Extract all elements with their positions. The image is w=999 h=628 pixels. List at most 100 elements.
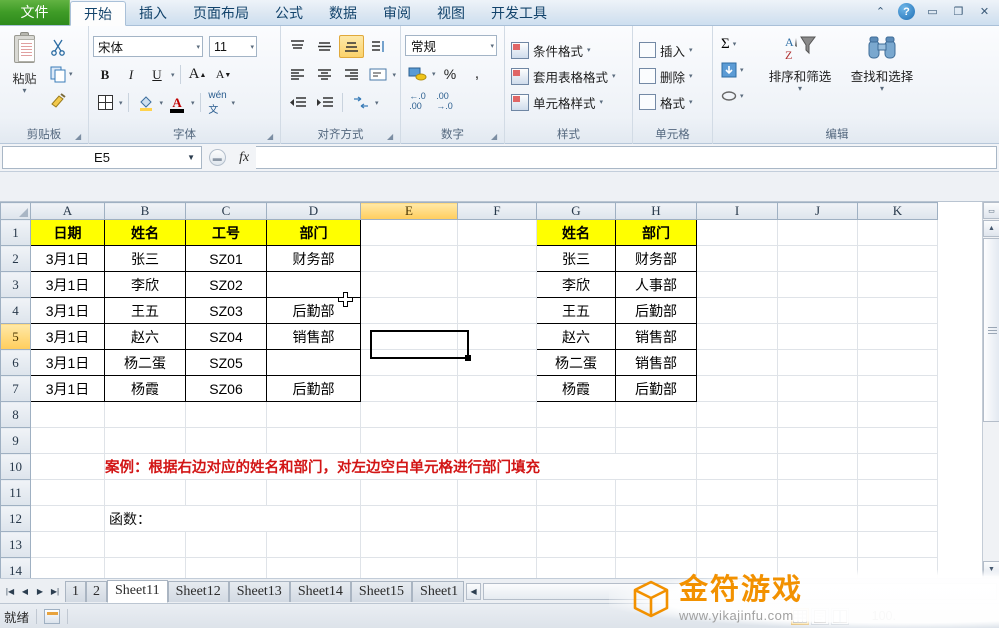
- sheet-tab-1[interactable]: 1: [65, 580, 86, 602]
- cell-E9[interactable]: [360, 427, 458, 454]
- cell-F2[interactable]: [457, 245, 537, 272]
- cell-H14[interactable]: [615, 557, 697, 578]
- decrease-indent-button[interactable]: [285, 91, 310, 114]
- next-sheet-button[interactable]: ▶: [33, 583, 47, 599]
- cut-button[interactable]: [45, 33, 84, 60]
- cell-F14[interactable]: [457, 557, 537, 578]
- number-dialog-launcher[interactable]: ◢: [491, 132, 500, 141]
- cell-E2[interactable]: [360, 245, 458, 272]
- delete-cells-button[interactable]: 删除 ▾: [637, 63, 708, 89]
- cell-C3[interactable]: SZ02: [185, 271, 267, 298]
- formula-input[interactable]: [256, 146, 997, 169]
- cell-I7[interactable]: [696, 375, 778, 402]
- cell-I14[interactable]: [696, 557, 778, 578]
- cell-H12[interactable]: [615, 505, 697, 532]
- chevron-down-icon[interactable]: ▾: [232, 99, 236, 107]
- chevron-down-icon[interactable]: ▾: [250, 43, 254, 51]
- scroll-down-arrow[interactable]: ▼: [983, 561, 999, 578]
- collapse-ribbon-icon[interactable]: ⌃: [872, 3, 889, 20]
- cell-C2[interactable]: SZ01: [185, 245, 267, 272]
- cell-E14[interactable]: [360, 557, 458, 578]
- cell-J13[interactable]: [777, 531, 858, 558]
- first-sheet-button[interactable]: |◀: [3, 583, 17, 599]
- cell-I1[interactable]: [696, 219, 778, 246]
- cell-H8[interactable]: [615, 401, 697, 428]
- cell-H1[interactable]: 部门: [615, 219, 697, 246]
- tab-review[interactable]: 审阅: [370, 1, 424, 25]
- row-header-12[interactable]: 12: [0, 505, 31, 532]
- tab-page-layout[interactable]: 页面布局: [180, 1, 262, 25]
- cell-G11[interactable]: [536, 479, 616, 506]
- cell-F6[interactable]: [457, 349, 537, 376]
- align-left-button[interactable]: [285, 63, 310, 86]
- fill-button[interactable]: ▾: [717, 57, 759, 83]
- chevron-down-icon[interactable]: ▾: [69, 70, 73, 78]
- format-as-table-button[interactable]: 套用表格格式 ▾: [509, 63, 628, 89]
- orientation-button[interactable]: [366, 35, 391, 58]
- cell-E8[interactable]: [360, 401, 458, 428]
- cell-F3[interactable]: [457, 271, 537, 298]
- column-header-K[interactable]: K: [857, 202, 938, 220]
- chevron-down-icon[interactable]: ▾: [196, 43, 200, 51]
- row-header-5[interactable]: 5: [0, 323, 31, 350]
- row-header-13[interactable]: 13: [0, 531, 31, 558]
- cell-D1[interactable]: 部门: [266, 219, 361, 246]
- cell-C1[interactable]: 工号: [185, 219, 267, 246]
- cell-H7[interactable]: 后勤部: [615, 375, 697, 402]
- cell-D4[interactable]: 后勤部: [266, 297, 361, 324]
- column-header-E[interactable]: E: [360, 202, 458, 220]
- cell-K13[interactable]: [857, 531, 938, 558]
- name-box[interactable]: E5 ▼: [2, 146, 202, 169]
- cell-G2[interactable]: 张三: [536, 245, 616, 272]
- row-header-3[interactable]: 3: [0, 271, 31, 298]
- row-header-7[interactable]: 7: [0, 375, 31, 402]
- column-header-B[interactable]: B: [104, 202, 186, 220]
- cell-K2[interactable]: [857, 245, 938, 272]
- cell-H2[interactable]: 财务部: [615, 245, 697, 272]
- cell-A3[interactable]: 3月1日: [30, 271, 105, 298]
- cell-C5[interactable]: SZ04: [185, 323, 267, 350]
- row-header-10[interactable]: 10: [0, 453, 31, 480]
- cell-A5[interactable]: 3月1日: [30, 323, 105, 350]
- chevron-down-icon[interactable]: ▾: [119, 99, 123, 107]
- cell-E4[interactable]: [360, 297, 458, 324]
- font-size-input[interactable]: 11 ▾: [209, 36, 257, 57]
- cell-D3[interactable]: [266, 271, 361, 298]
- cell-C14[interactable]: [185, 557, 267, 578]
- cell-J1[interactable]: [777, 219, 858, 246]
- chevron-down-icon[interactable]: ▾: [171, 71, 175, 79]
- sheet-tab-sheet12[interactable]: Sheet12: [167, 580, 229, 602]
- cell-I2[interactable]: [696, 245, 778, 272]
- cell-G5[interactable]: 赵六: [536, 323, 616, 350]
- cell-A8[interactable]: [30, 401, 105, 428]
- cell-F13[interactable]: [457, 531, 537, 558]
- cell-C7[interactable]: SZ06: [185, 375, 267, 402]
- chevron-down-icon[interactable]: ▾: [689, 72, 693, 80]
- cell-F9[interactable]: [457, 427, 537, 454]
- cell-K7[interactable]: [857, 375, 938, 402]
- cell-K1[interactable]: [857, 219, 938, 246]
- borders-button[interactable]: [93, 91, 117, 114]
- chevron-down-icon[interactable]: ▾: [490, 42, 494, 50]
- cell-J2[interactable]: [777, 245, 858, 272]
- cell-K4[interactable]: [857, 297, 938, 324]
- chevron-down-icon[interactable]: ▾: [689, 98, 693, 106]
- font-name-input[interactable]: 宋体 ▾: [93, 36, 203, 57]
- align-right-button[interactable]: [339, 63, 364, 86]
- wrap-text-button[interactable]: [366, 63, 391, 86]
- cell-D11[interactable]: [266, 479, 361, 506]
- chevron-down-icon[interactable]: ▾: [600, 98, 604, 106]
- spreadsheet-grid[interactable]: A B C D E F G H I J K 1 日期 姓名 工号 部门 姓名 部…: [0, 202, 999, 578]
- cell-C13[interactable]: [185, 531, 267, 558]
- cell-K6[interactable]: [857, 349, 938, 376]
- help-icon[interactable]: ?: [898, 3, 915, 20]
- row-header-11[interactable]: 11: [0, 479, 31, 506]
- column-header-C[interactable]: C: [185, 202, 267, 220]
- column-header-J[interactable]: J: [777, 202, 858, 220]
- cell-H11[interactable]: [615, 479, 697, 506]
- zoom-level[interactable]: 100.: [872, 609, 896, 623]
- sort-filter-button[interactable]: A Z 排序和筛选 ▾: [759, 29, 841, 123]
- bottom-align-button[interactable]: [339, 35, 364, 58]
- cell-A11[interactable]: [30, 479, 105, 506]
- cell-K5[interactable]: [857, 323, 938, 350]
